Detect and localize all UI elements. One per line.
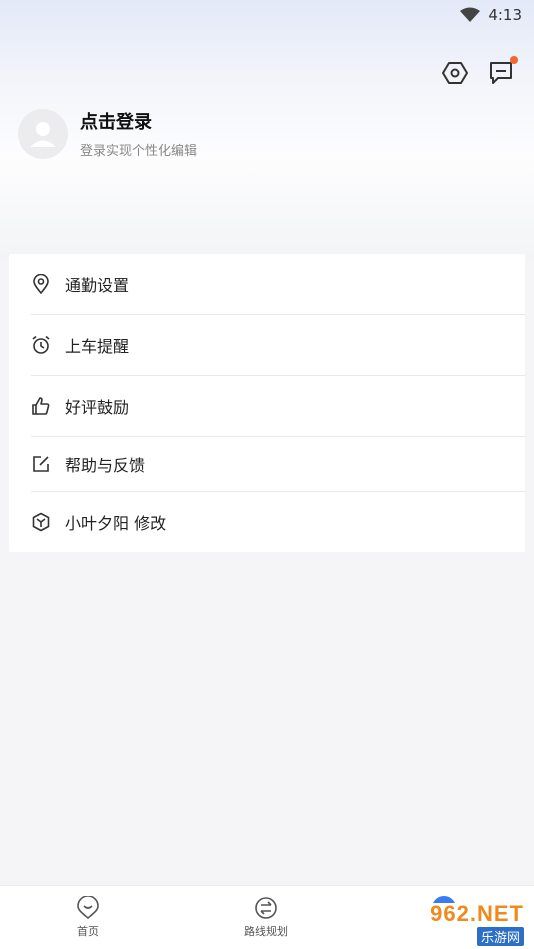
wifi-icon	[460, 7, 481, 22]
avatar[interactable]	[18, 108, 68, 159]
watermark-logo: 962.NET 乐游网	[398, 900, 528, 946]
login-profile[interactable]: 点击登录 登录实现个性化编辑	[18, 108, 197, 159]
settings-hexagon-icon	[442, 62, 468, 84]
login-title[interactable]: 点击登录	[80, 108, 197, 134]
message-icon	[490, 62, 512, 84]
menu-item-label: 小叶夕阳 修改	[65, 514, 167, 533]
watermark-bottom: 乐游网	[476, 926, 524, 946]
messages-button[interactable]	[488, 56, 518, 86]
menu-item-label: 上车提醒	[65, 337, 130, 356]
tab-label: 路线规划	[244, 925, 288, 938]
watermark-top: 962.NET	[430, 900, 524, 926]
thumbs-up-icon	[32, 397, 50, 415]
header-actions	[442, 56, 518, 86]
location-pin-icon	[33, 274, 49, 294]
menu-item-commute-settings[interactable]: 通勤设置	[31, 254, 525, 315]
status-bar: 4:13	[0, 0, 534, 30]
menu-item-label: 帮助与反馈	[65, 456, 146, 475]
alarm-clock-icon	[32, 335, 50, 354]
menu-item-boarding-reminder[interactable]: 上车提醒	[31, 315, 525, 376]
route-icon	[255, 897, 277, 919]
bottom-tab-bar: 首页 路线规划 我的 962.NET 乐游网	[0, 885, 534, 949]
menu-item-help-feedback[interactable]: 帮助与反馈	[31, 437, 525, 492]
settings-button[interactable]	[442, 60, 468, 86]
status-time: 4:13	[488, 6, 522, 24]
cube-icon	[32, 512, 50, 532]
edit-icon	[33, 456, 49, 472]
tab-home[interactable]: 首页	[76, 896, 100, 939]
menu-item-label: 好评鼓励	[65, 398, 130, 417]
menu-card: 通勤设置 上车提醒 好评鼓励 帮助与反馈 小叶夕阳 修改	[9, 254, 525, 552]
tab-label: 首页	[77, 925, 99, 938]
home-icon	[77, 896, 99, 920]
tab-route-planning[interactable]: 路线规划	[244, 896, 288, 939]
notification-dot	[510, 56, 518, 64]
menu-item-edit-name[interactable]: 小叶夕阳 修改	[31, 492, 525, 552]
menu-item-label: 通勤设置	[65, 276, 130, 295]
user-avatar-icon	[30, 121, 56, 147]
menu-item-rate-us[interactable]: 好评鼓励	[31, 376, 525, 437]
login-subtitle: 登录实现个性化编辑	[80, 144, 198, 159]
